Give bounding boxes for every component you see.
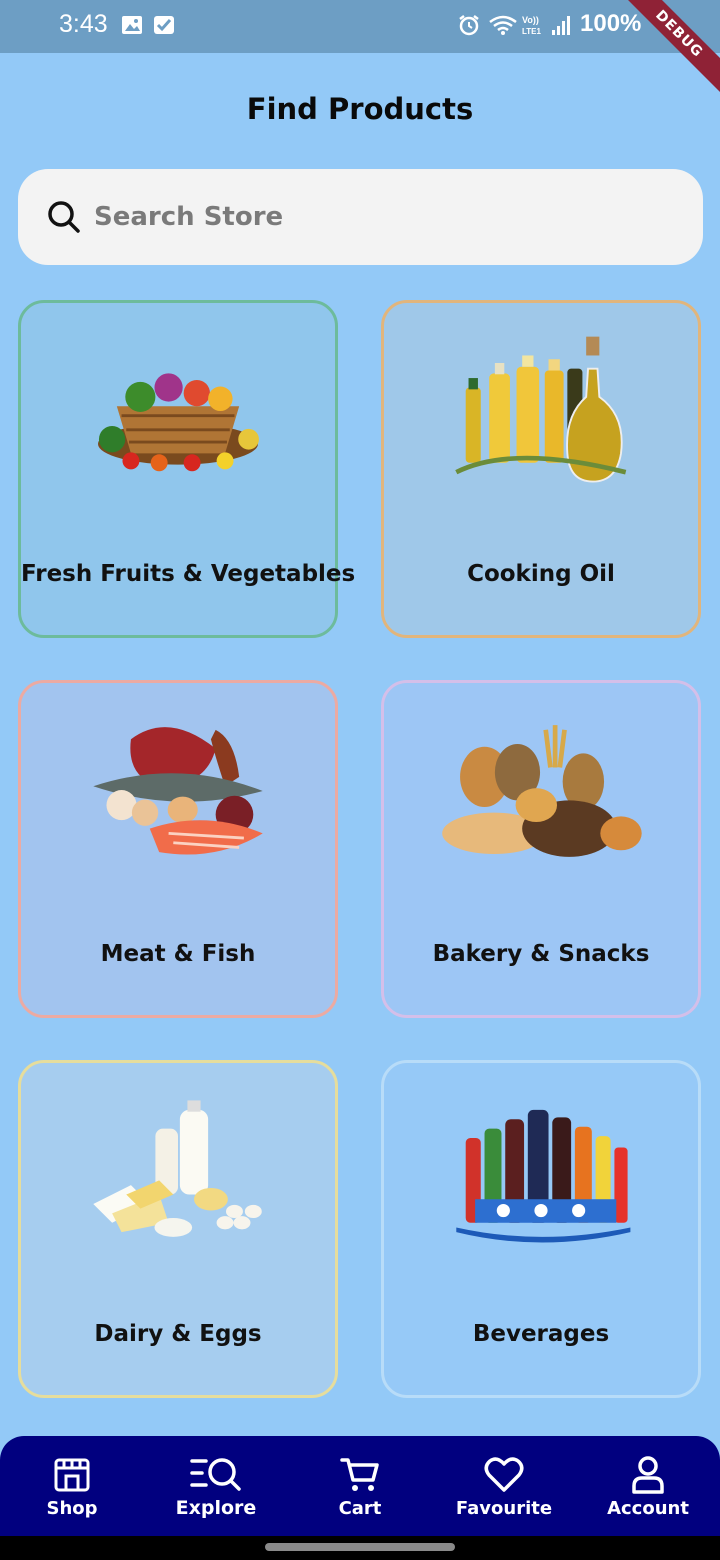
- bakery-bread-image: [442, 725, 642, 857]
- category-card[interactable]: Cooking Oil: [381, 300, 701, 638]
- nav-label-explore: Explore: [175, 1497, 257, 1519]
- nav-explore[interactable]: Explore: [144, 1436, 288, 1536]
- shop-icon: [54, 1458, 90, 1491]
- bottom-nav: Shop Explore Cart Favourite Account: [0, 1436, 720, 1536]
- alarm-icon: [459, 15, 479, 36]
- wifi-icon: [489, 15, 517, 35]
- category-card[interactable]: Bakery & Snacks: [381, 680, 701, 1018]
- search-bar[interactable]: [18, 169, 703, 265]
- dairy-eggs-image: [93, 1100, 262, 1237]
- svg-text:LTE1: LTE1: [522, 27, 542, 36]
- category-card[interactable]: Beverages: [381, 1060, 701, 1398]
- home-gesture-pill[interactable]: [265, 1543, 455, 1551]
- nav-label-cart: Cart: [338, 1497, 382, 1519]
- nav-label-shop: Shop: [46, 1497, 98, 1519]
- meat-fish-image: [93, 727, 263, 855]
- category-label: Bakery & Snacks: [432, 941, 650, 967]
- explore-icon: [190, 1458, 241, 1491]
- svg-text:Vo)): Vo)): [522, 15, 539, 25]
- category-label: Cooking Oil: [467, 561, 615, 587]
- search-icon: [48, 201, 80, 233]
- category-label: Dairy & Eggs: [94, 1321, 262, 1347]
- heart-icon: [484, 1456, 524, 1492]
- category-label: Meat & Fish: [100, 941, 256, 967]
- category-card[interactable]: Meat & Fish: [18, 680, 338, 1018]
- status-time: 3:43: [59, 10, 108, 38]
- volte-icon: Vo)) LTE1: [522, 15, 542, 36]
- debug-ribbon: DEBUG: [617, 0, 720, 96]
- signal-icon: [552, 16, 570, 35]
- category-label: Beverages: [472, 1321, 610, 1347]
- account-icon: [632, 1455, 664, 1494]
- gallery-notification-icon: [122, 16, 142, 34]
- category-card[interactable]: Dairy & Eggs: [18, 1060, 338, 1398]
- nav-favourite[interactable]: Favourite: [432, 1436, 576, 1536]
- nav-shop[interactable]: Shop: [0, 1436, 144, 1536]
- fruits-vegetables-basket-image: [98, 373, 259, 472]
- nav-cart[interactable]: Cart: [288, 1436, 432, 1536]
- nav-label-favourite: Favourite: [455, 1497, 553, 1519]
- beverage-bottles-image: [456, 1109, 631, 1243]
- category-label: Fresh Fruits & Vegetables: [21, 561, 356, 587]
- nav-label-account: Account: [607, 1497, 689, 1519]
- nav-account[interactable]: Account: [576, 1436, 720, 1536]
- search-input[interactable]: [94, 202, 654, 232]
- cart-icon: [340, 1457, 379, 1491]
- status-bar: 3:43 Vo)) LTE1 100% DEBUG: [0, 0, 720, 96]
- category-card[interactable]: Fresh Fruits & Vegetables: [18, 300, 356, 638]
- cooking-oil-bottles-image: [455, 336, 627, 483]
- checkbox-notification-icon: [154, 16, 174, 34]
- page-title: Find Products: [246, 92, 474, 126]
